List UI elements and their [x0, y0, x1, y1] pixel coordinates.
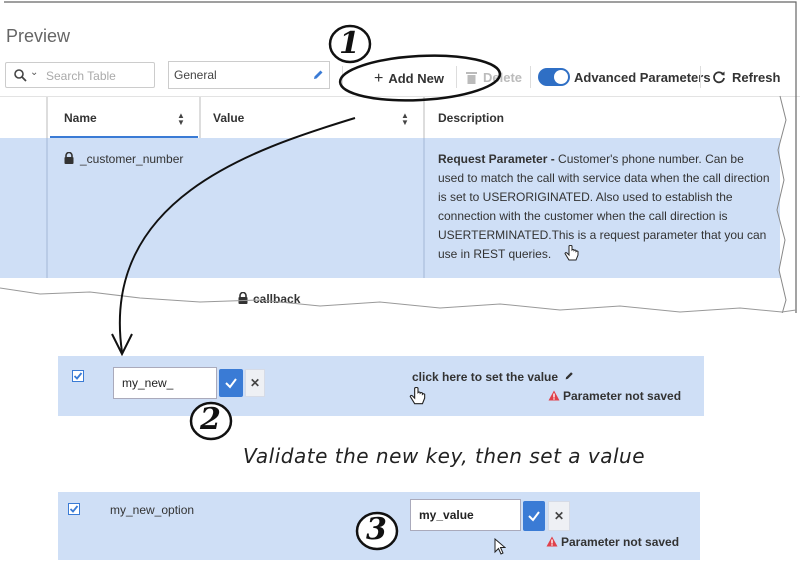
checkmark-icon: [528, 511, 540, 522]
unsaved-warning: Parameter not saved: [546, 535, 679, 549]
set-value-link[interactable]: click here to set the value: [412, 370, 574, 384]
unsaved-warning-text: Parameter not saved: [561, 535, 680, 549]
checkbox-checked-icon[interactable]: [68, 503, 80, 515]
step-badge-2: 2: [200, 402, 221, 437]
cancel-key-button[interactable]: ✕: [245, 369, 265, 397]
pencil-icon: [566, 372, 574, 380]
warning-icon: [546, 536, 558, 547]
checkmark-icon: [225, 378, 237, 389]
value-input[interactable]: my_value: [410, 499, 521, 531]
hand-cursor-icon: [409, 387, 426, 405]
unsaved-warning-text: Parameter not saved: [563, 389, 682, 403]
instruction-caption: Validate the new key, then set a value: [243, 444, 646, 468]
validate-key-button[interactable]: [219, 369, 243, 397]
cancel-value-button[interactable]: ✕: [548, 501, 570, 531]
validate-value-button[interactable]: [523, 501, 545, 531]
key-input[interactable]: my_new_: [113, 367, 217, 399]
arrow-cursor-icon: [494, 538, 506, 555]
step-badge-3: 3: [366, 512, 387, 547]
checkbox-checked-icon[interactable]: [72, 370, 84, 382]
warning-icon: [548, 390, 560, 401]
unsaved-warning: Parameter not saved: [548, 389, 681, 403]
parameter-key: my_new_option: [110, 503, 195, 517]
step-badge-1: 1: [339, 26, 360, 61]
annotation-overlay: [111, 24, 502, 357]
set-value-label: click here to set the value: [412, 370, 559, 384]
